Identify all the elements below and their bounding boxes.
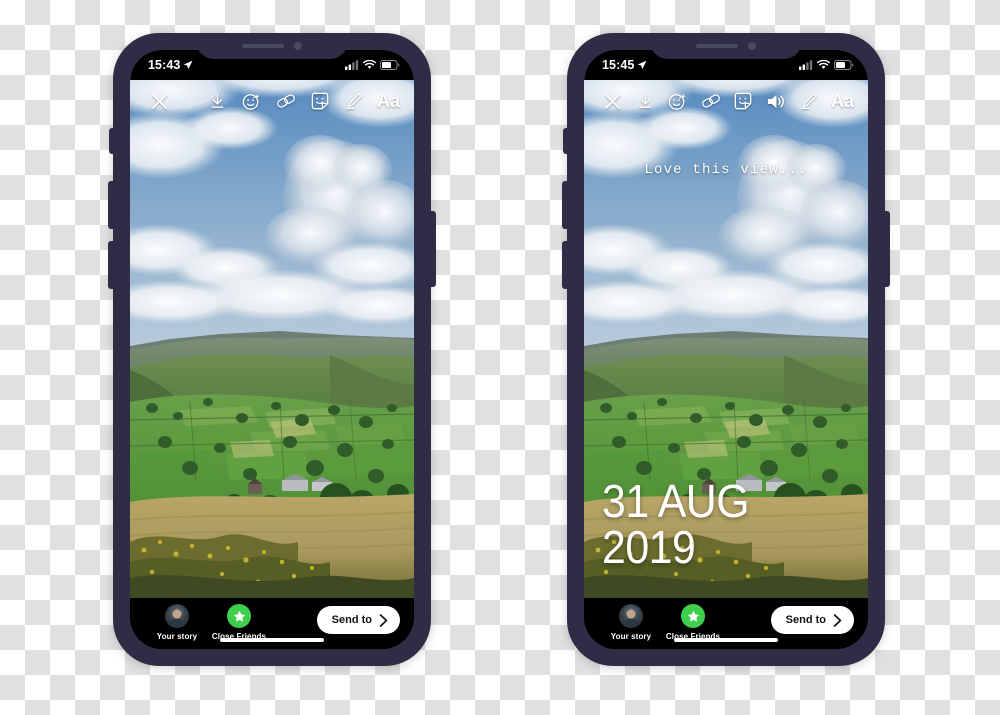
location-arrow-icon: [638, 60, 647, 70]
send-to-label: Send to: [785, 614, 826, 626]
phone-notch: [196, 33, 348, 59]
cellular-signal-icon: [345, 60, 359, 70]
story-editor-toolbar: Aa: [584, 80, 868, 122]
avatar-face: [172, 609, 182, 619]
your-story-option[interactable]: Your story: [146, 604, 208, 641]
link-icon[interactable]: [698, 88, 723, 114]
save-icon[interactable]: [205, 88, 231, 114]
earpiece-speaker: [696, 44, 738, 48]
phone-notch: [650, 33, 802, 59]
close-friends-option[interactable]: Close Friends: [662, 604, 724, 641]
story-date-sticker[interactable]: 31 AUG 2019: [602, 478, 849, 570]
cellular-signal-icon: [799, 60, 813, 70]
status-indicators: [345, 60, 400, 70]
silent-switch[interactable]: [109, 128, 115, 154]
your-story-option[interactable]: Your story: [600, 604, 662, 641]
sticker-icon[interactable]: [307, 88, 333, 114]
effects-icon[interactable]: [665, 88, 690, 114]
battery-icon: [380, 60, 400, 70]
avatar-face: [626, 609, 636, 619]
volume-down-button[interactable]: [108, 241, 115, 289]
power-button[interactable]: [883, 211, 890, 287]
send-to-label: Send to: [331, 614, 372, 626]
location-arrow-icon: [184, 60, 193, 70]
story-photo: [130, 50, 414, 598]
effects-icon[interactable]: [239, 88, 265, 114]
wifi-icon: [817, 60, 830, 69]
close-friends-star-icon: [227, 604, 251, 628]
home-indicator[interactable]: [674, 638, 778, 642]
draw-icon[interactable]: [796, 88, 821, 114]
home-indicator[interactable]: [220, 638, 324, 642]
front-camera: [748, 42, 756, 50]
story-editor-toolbar: Aa: [130, 80, 414, 122]
text-tool-label[interactable]: Aa: [377, 91, 400, 112]
status-time: 15:45: [602, 58, 647, 72]
sticker-icon[interactable]: [731, 88, 756, 114]
phone-mockup-right: 15:45 Aa Love this view... 31 AUG 2019 Y…: [562, 33, 890, 666]
phone-screen-right: 15:45 Aa Love this view... 31 AUG 2019 Y…: [584, 50, 868, 649]
chevron-right-icon: [379, 613, 388, 627]
link-icon[interactable]: [273, 88, 299, 114]
close-icon[interactable]: [600, 88, 625, 114]
send-to-button[interactable]: Send to: [316, 606, 400, 634]
power-button[interactable]: [429, 211, 436, 287]
close-icon[interactable]: [146, 88, 172, 114]
text-tool-label[interactable]: Aa: [831, 91, 854, 112]
status-time-text: 15:45: [602, 58, 635, 72]
save-icon[interactable]: [633, 88, 658, 114]
story-caption[interactable]: Love this view...: [584, 162, 868, 178]
avatar: [619, 604, 643, 628]
send-to-button[interactable]: Send to: [770, 606, 854, 634]
volume-down-button[interactable]: [562, 241, 569, 289]
close-friends-option[interactable]: Close Friends: [208, 604, 270, 641]
earpiece-speaker: [242, 44, 284, 48]
status-time: 15:43: [148, 58, 193, 72]
your-story-label: Your story: [156, 632, 198, 641]
your-story-label: Your story: [610, 632, 652, 641]
phone-mockup-left: 15:43 Aa Your story Close Friends Send t…: [108, 33, 436, 666]
chevron-right-icon: [833, 613, 842, 627]
battery-icon: [834, 60, 854, 70]
volume-up-button[interactable]: [108, 181, 115, 229]
avatar-body: [622, 619, 640, 627]
phone-screen-left: 15:43 Aa Your story Close Friends Send t…: [130, 50, 414, 649]
avatar: [165, 604, 189, 628]
draw-icon[interactable]: [341, 88, 367, 114]
close-friends-star-icon: [681, 604, 705, 628]
wifi-icon: [363, 60, 376, 69]
avatar-body: [168, 619, 186, 627]
status-time-text: 15:43: [148, 58, 181, 72]
front-camera: [294, 42, 302, 50]
status-indicators: [799, 60, 854, 70]
volume-icon[interactable]: [764, 88, 789, 114]
silent-switch[interactable]: [563, 128, 569, 154]
volume-up-button[interactable]: [562, 181, 569, 229]
